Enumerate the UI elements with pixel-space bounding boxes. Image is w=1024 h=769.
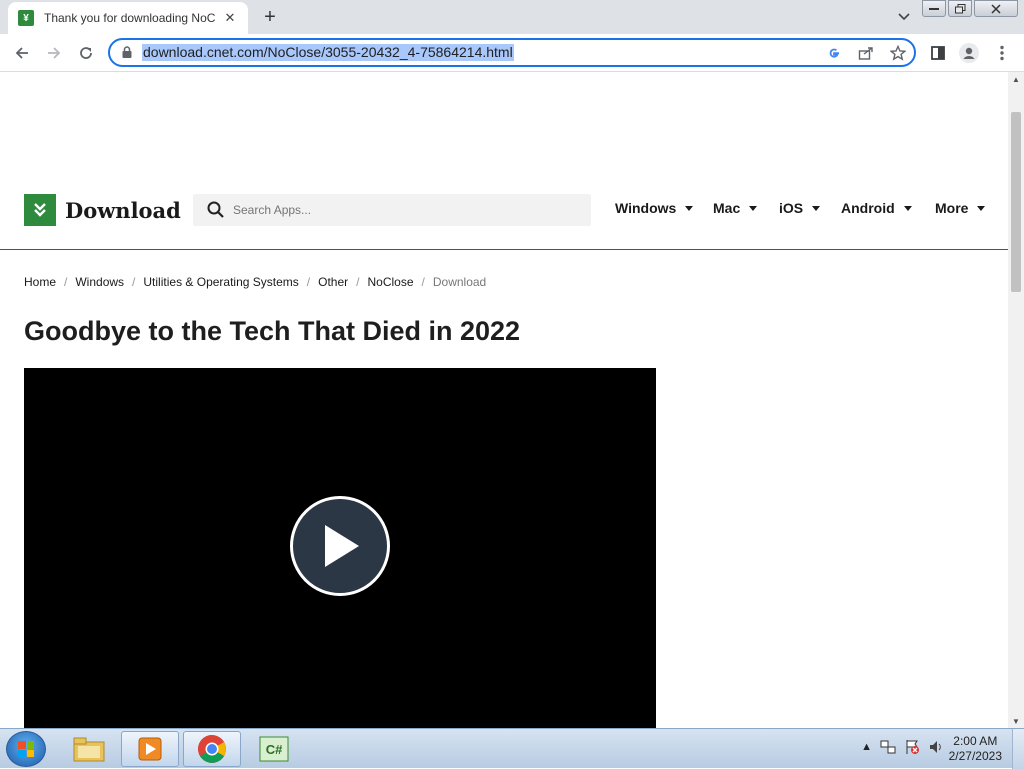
- menu-kebab-icon[interactable]: [990, 41, 1014, 65]
- forward-arrow-icon[interactable]: [42, 41, 66, 65]
- nav-more[interactable]: More: [935, 200, 986, 216]
- play-icon: [325, 525, 359, 567]
- caret-down-icon: [903, 205, 912, 211]
- network-icon[interactable]: [880, 739, 896, 755]
- video-player[interactable]: [24, 368, 656, 728]
- svg-text:C#: C#: [266, 742, 283, 757]
- volume-icon[interactable]: [928, 739, 944, 755]
- site-header: Download Windows Mac iOS Android More: [0, 192, 1008, 250]
- caret-down-icon: [812, 205, 821, 211]
- search-box[interactable]: [193, 194, 591, 226]
- caret-down-icon: [685, 205, 694, 211]
- taskbar-clock[interactable]: 2:00 AM 2/27/2023: [949, 734, 1002, 764]
- breadcrumb-utilities[interactable]: Utilities & Operating Systems: [143, 275, 298, 289]
- search-input[interactable]: [233, 200, 573, 220]
- page-title: Goodbye to the Tech That Died in 2022: [24, 316, 521, 346]
- breadcrumb-separator: /: [306, 275, 311, 289]
- reload-icon[interactable]: [74, 41, 98, 65]
- tray-expand-icon[interactable]: ▲: [861, 741, 872, 753]
- csharp-icon: C#: [259, 736, 289, 762]
- browser-toolbar: download.cnet.com/NoClose/3055-20432_4-7…: [0, 34, 1024, 72]
- scroll-thumb[interactable]: [1011, 112, 1021, 292]
- taskbar-file-explorer[interactable]: [60, 731, 118, 767]
- minimize-button[interactable]: [922, 0, 946, 17]
- nav-android[interactable]: Android: [841, 200, 912, 216]
- page-scrollbar[interactable]: ▲ ▼: [1008, 72, 1024, 728]
- scroll-down-icon[interactable]: ▼: [1008, 714, 1024, 728]
- play-button[interactable]: [290, 496, 390, 596]
- nav-mac[interactable]: Mac: [713, 200, 758, 216]
- chrome-icon: [198, 735, 226, 763]
- breadcrumb-windows[interactable]: Windows: [75, 275, 124, 289]
- lock-icon[interactable]: [120, 45, 134, 59]
- url-text[interactable]: download.cnet.com/NoClose/3055-20432_4-7…: [142, 44, 514, 61]
- windows-taskbar: C# ▲ 2:00 AM 2/27/2023: [0, 728, 1024, 769]
- close-window-button[interactable]: [974, 0, 1018, 17]
- breadcrumb-separator: /: [132, 275, 136, 289]
- taskbar-media-player[interactable]: [121, 731, 179, 767]
- clock-date: 2/27/2023: [948, 749, 1002, 763]
- restore-button[interactable]: [948, 0, 972, 17]
- breadcrumb: Home / Windows / Utilities & Operating S…: [24, 275, 486, 289]
- breadcrumb-download: Download: [432, 275, 487, 289]
- tab-strip: ¥ Thank you for downloading NoClose ✕ +: [0, 0, 1024, 34]
- scroll-up-icon[interactable]: ▲: [1008, 72, 1024, 86]
- share-icon[interactable]: [856, 44, 876, 62]
- download-favicon-icon: ¥: [18, 10, 34, 26]
- windows-logo-icon: [18, 741, 34, 757]
- breadcrumb-other[interactable]: Other: [318, 275, 348, 289]
- nav-windows[interactable]: Windows: [615, 200, 694, 216]
- tab-search-chevron-icon[interactable]: [894, 8, 914, 26]
- new-tab-button[interactable]: +: [258, 6, 282, 28]
- breadcrumb-separator: /: [421, 275, 425, 289]
- breadcrumb-separator: /: [356, 275, 360, 289]
- back-arrow-icon[interactable]: [10, 41, 34, 65]
- folder-icon: [73, 737, 105, 762]
- site-logo-text[interactable]: Download: [65, 198, 181, 223]
- breadcrumb-noclose[interactable]: NoClose: [367, 275, 413, 289]
- browser-tab[interactable]: ¥ Thank you for downloading NoClose ✕: [8, 2, 248, 34]
- system-tray: ▲: [861, 739, 944, 755]
- address-bar[interactable]: download.cnet.com/NoClose/3055-20432_4-7…: [108, 38, 916, 67]
- taskbar-csharp-ide[interactable]: C#: [245, 731, 303, 767]
- profile-avatar-icon[interactable]: [957, 41, 981, 65]
- side-panel-icon[interactable]: [926, 41, 950, 65]
- nav-ios[interactable]: iOS: [779, 200, 821, 216]
- media-player-icon: [138, 737, 162, 761]
- show-desktop-button[interactable]: [1012, 729, 1024, 769]
- taskbar-chrome[interactable]: [183, 731, 241, 767]
- caret-down-icon: [977, 205, 986, 211]
- window-controls: [922, 0, 1018, 17]
- tab-title: Thank you for downloading NoClose: [44, 11, 216, 25]
- breadcrumb-separator: /: [64, 275, 68, 289]
- download-logo-icon[interactable]: [24, 194, 56, 226]
- caret-down-icon: [749, 205, 758, 211]
- google-icon[interactable]: [824, 44, 844, 62]
- action-center-flag-icon[interactable]: [904, 739, 920, 755]
- start-button[interactable]: [6, 731, 46, 767]
- tab-close-icon[interactable]: ✕: [222, 10, 238, 26]
- clock-time: 2:00 AM: [953, 734, 998, 748]
- search-icon: [207, 201, 224, 218]
- breadcrumb-home[interactable]: Home: [24, 275, 56, 289]
- bookmark-star-icon[interactable]: [888, 44, 908, 62]
- web-page: Download Windows Mac iOS Android More Ho…: [0, 72, 1008, 728]
